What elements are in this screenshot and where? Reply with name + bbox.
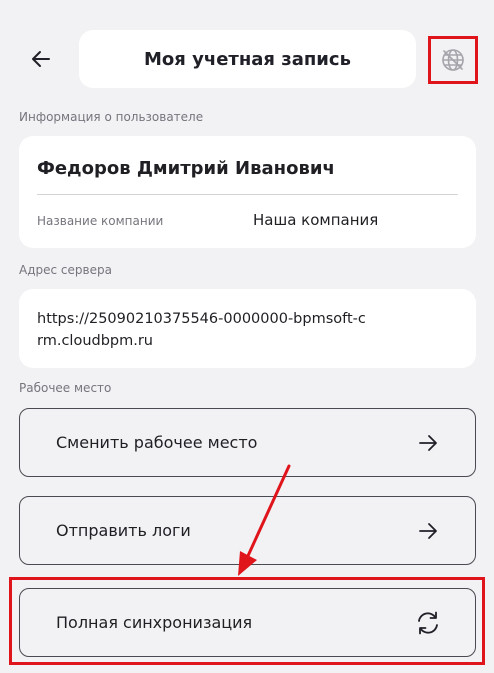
change-workplace-button[interactable]: Сменить рабочее место bbox=[19, 408, 476, 477]
server-address-card: https://25090210375546-0000000-bpmsoft-c… bbox=[19, 289, 476, 368]
back-button[interactable] bbox=[22, 40, 60, 78]
server-section-label: Адрес сервера bbox=[19, 263, 112, 277]
user-info-section-label: Информация о пользователе bbox=[19, 110, 204, 124]
full-sync-button[interactable]: Полная синхронизация bbox=[19, 588, 476, 657]
globe-off-icon bbox=[442, 49, 464, 71]
full-sync-label: Полная синхронизация bbox=[56, 613, 253, 632]
user-info-card: Федоров Дмитрий Иванович Название компан… bbox=[19, 136, 476, 248]
send-logs-label: Отправить логи bbox=[56, 521, 191, 540]
send-logs-button[interactable]: Отправить логи bbox=[19, 496, 476, 565]
account-screen: Моя учетная запись Информация о пользова… bbox=[0, 0, 494, 673]
offline-mode-button[interactable] bbox=[428, 36, 478, 84]
server-url: https://25090210375546-0000000-bpmsoft-c… bbox=[37, 311, 366, 349]
company-name-label: Название компании bbox=[37, 214, 164, 228]
change-workplace-label: Сменить рабочее место bbox=[56, 433, 258, 452]
workplace-section-label: Рабочее место bbox=[19, 381, 112, 395]
page-title-card: Моя учетная запись bbox=[79, 30, 416, 88]
arrow-right-icon bbox=[414, 517, 442, 545]
arrow-left-icon bbox=[32, 51, 50, 67]
arrow-right-icon bbox=[414, 429, 442, 457]
company-name-value: Наша компания bbox=[253, 211, 379, 229]
user-full-name: Федоров Дмитрий Иванович bbox=[37, 158, 335, 179]
sync-icon bbox=[414, 609, 442, 637]
page-title: Моя учетная запись bbox=[144, 48, 351, 70]
divider bbox=[37, 194, 458, 195]
